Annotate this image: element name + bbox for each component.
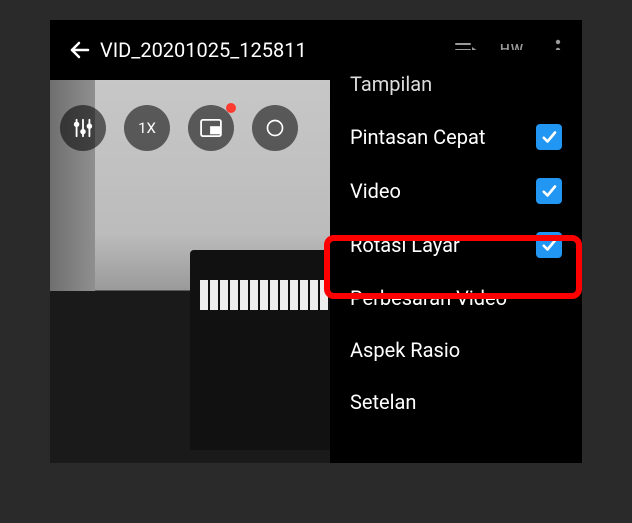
extra-button[interactable] <box>252 105 298 151</box>
menu-header: Tampilan <box>330 64 582 110</box>
check-icon <box>540 182 558 200</box>
menu-item-aspek-rasio[interactable]: Aspek Rasio <box>330 324 582 376</box>
menu-label: Setelan <box>350 390 416 414</box>
settings-menu: Tampilan Pintasan Cepat Video Rotasi Lay… <box>330 50 582 463</box>
menu-label: Aspek Rasio <box>350 338 460 362</box>
back-button[interactable] <box>60 30 100 70</box>
menu-item-pintasan-cepat[interactable]: Pintasan Cepat <box>330 110 582 164</box>
rec-indicator <box>226 103 236 113</box>
menu-item-setelan[interactable]: Setelan <box>330 376 582 428</box>
speed-button[interactable]: 1X <box>124 105 170 151</box>
menu-item-rotasi-layar[interactable]: Rotasi Layar <box>330 218 582 272</box>
player-window: VID_20201025_125811 HW 1X Tampilan <box>50 20 582 463</box>
pip-button[interactable] <box>188 105 234 151</box>
circle-icon <box>265 118 285 138</box>
checkbox[interactable] <box>536 232 562 258</box>
menu-item-video[interactable]: Video <box>330 164 582 218</box>
equalizer-button[interactable] <box>60 105 106 151</box>
menu-label: Pintasan Cepat <box>350 125 485 149</box>
floating-controls: 1X <box>60 105 298 151</box>
arrow-left-icon <box>68 38 92 62</box>
menu-label: Rotasi Layar <box>350 233 460 257</box>
checkbox[interactable] <box>536 124 562 150</box>
pip-icon <box>200 119 222 137</box>
sliders-icon <box>72 117 94 139</box>
check-icon <box>540 236 558 254</box>
check-icon <box>540 128 558 146</box>
checkbox[interactable] <box>536 178 562 204</box>
speed-label: 1X <box>138 119 156 137</box>
menu-label: Video <box>350 179 401 203</box>
menu-item-perbesaran-video[interactable]: Perbesaran Video <box>330 272 582 324</box>
menu-label: Perbesaran Video <box>350 286 507 310</box>
